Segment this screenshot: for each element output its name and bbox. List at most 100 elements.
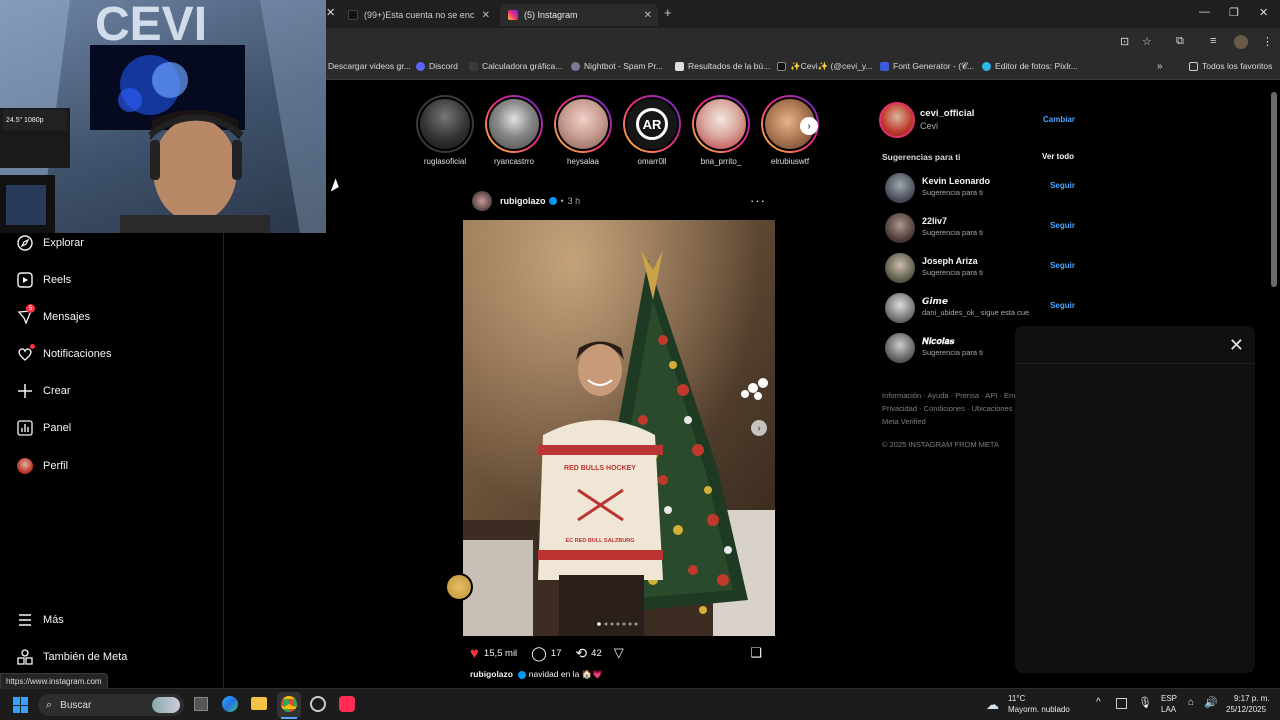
follow-button[interactable]: Seguir (1050, 301, 1075, 310)
heart-filled-icon[interactable]: ♥ (470, 645, 479, 662)
story-item[interactable]: AR omarr0ll (623, 95, 681, 166)
reposts-count[interactable]: 42 (591, 648, 602, 659)
extensions-icon[interactable]: ⧉ (1176, 35, 1184, 48)
scrollbar[interactable] (1270, 80, 1278, 688)
network-icon[interactable]: ⌂ (1188, 697, 1194, 708)
weather-icon[interactable]: ☁ (986, 697, 999, 713)
clock-date[interactable]: 25/12/2025 (1226, 705, 1266, 714)
more-bookmarks-icon[interactable]: » (1157, 61, 1163, 72)
switch-account-link[interactable]: Cambiar (1043, 115, 1075, 124)
file-explorer-icon[interactable] (251, 697, 267, 710)
install-app-icon[interactable]: ⊡ (1120, 35, 1129, 48)
caption-username[interactable]: rubigolazo (470, 669, 513, 679)
suggestion-avatar[interactable] (885, 213, 915, 243)
bookmark-item[interactable]: Font Generator - (𝓒... (880, 61, 974, 72)
story-item[interactable]: ryancastrro (485, 95, 543, 166)
nav-meta[interactable]: También de Meta (16, 648, 127, 666)
more-options-icon[interactable]: ··· (750, 193, 766, 208)
chrome-icon[interactable] (281, 696, 297, 712)
all-bookmarks-folder[interactable]: Todos los favoritos (1189, 61, 1272, 71)
weather-temp[interactable]: 11°C (1008, 694, 1025, 703)
tab-instagram[interactable]: (5) Instagram ✕ (500, 4, 658, 26)
nav-notificaciones[interactable]: Notificaciones (16, 344, 111, 363)
carousel-next-icon[interactable]: › (751, 420, 767, 436)
comment-icon[interactable]: ◯ (531, 645, 547, 662)
share-icon[interactable]: ▽ (614, 645, 624, 661)
nav-mas[interactable]: Más (16, 611, 64, 629)
suggestion-name[interactable]: 𝙂𝙞𝙢𝙚 (922, 296, 948, 307)
repost-icon[interactable]: ⟲ (575, 645, 587, 662)
task-view-icon[interactable] (194, 697, 208, 711)
close-icon[interactable]: ✕ (644, 10, 652, 21)
edge-icon[interactable] (222, 696, 238, 712)
minimize-button[interactable]: — (1199, 6, 1210, 18)
my-username[interactable]: cevi_official (920, 108, 974, 119)
suggestion-name[interactable]: 22liv7 (922, 216, 947, 226)
follow-button[interactable]: Seguir (1050, 221, 1075, 230)
stories-next-button[interactable]: › (800, 117, 818, 135)
keyboard-layout[interactable]: LAA (1161, 705, 1176, 714)
follow-button[interactable]: Seguir (1050, 181, 1075, 190)
clock-time[interactable]: 9:17 p. m. (1234, 694, 1270, 703)
floating-avatar[interactable] (445, 573, 473, 601)
tray-app-icon[interactable] (1116, 698, 1127, 709)
sweater-text: RED BULLS HOCKEY (564, 465, 636, 472)
post-image[interactable]: RED BULLS HOCKEY EC RED BULL SALZBURG › (463, 220, 775, 636)
bookmark-item[interactable]: ✨Cevi✨ (@cevi_y... (777, 61, 873, 72)
tab-tiktok[interactable]: (99+)Esta cuenta no se encuentra ✕ (340, 4, 496, 26)
follow-button[interactable]: Seguir (1050, 261, 1075, 270)
bookmark-item[interactable]: Calculadora gráfica... (469, 61, 562, 71)
bookmark-item[interactable]: Descargar videos gr... (328, 61, 411, 71)
suggestion-name[interactable]: Kevin Leonardo (922, 176, 990, 186)
bookmark-item[interactable]: Editor de fotos: Pixlr... (982, 61, 1078, 71)
taskbar-search[interactable]: ⌕ Buscar (38, 694, 184, 716)
chevron-up-icon[interactable]: ^ (1096, 697, 1101, 708)
windows-start-icon[interactable] (13, 697, 29, 713)
window-close-button[interactable]: ✕ (1259, 6, 1268, 19)
obs-icon[interactable] (310, 696, 326, 712)
media-icon[interactable]: ≡ (1210, 35, 1216, 47)
weather-desc[interactable]: Mayorm. nublado (1008, 705, 1070, 714)
scrollbar-thumb[interactable] (1271, 92, 1277, 287)
nav-explorar[interactable]: Explorar (16, 234, 84, 252)
story-item[interactable]: heysalaa (554, 95, 612, 166)
bookmark-icon[interactable]: ❑ (750, 645, 762, 661)
nav-reels[interactable]: Reels (16, 271, 71, 289)
more-vert-icon[interactable]: ⋮ (1262, 35, 1273, 48)
volume-icon[interactable]: 🔊 (1204, 696, 1218, 709)
profile-avatar[interactable] (1234, 35, 1248, 49)
tiktok-live-icon[interactable] (339, 696, 355, 712)
microphone-icon[interactable]: 🎙 (1138, 696, 1152, 709)
nav-perfil[interactable]: Perfil (16, 457, 68, 475)
comments-count[interactable]: 17 (551, 648, 562, 659)
my-avatar[interactable] (879, 102, 915, 138)
tab-close-icon[interactable]: ✕ (326, 6, 335, 19)
bookmark-item[interactable]: Nightbot - Spam Pr... (571, 61, 663, 71)
suggestion-avatar[interactable] (885, 253, 915, 283)
nav-panel[interactable]: Panel (16, 419, 71, 437)
restore-button[interactable]: ❐ (1229, 6, 1239, 19)
suggestion-name[interactable]: Joseph Ariza (922, 256, 978, 266)
see-all-link[interactable]: Ver todo (1042, 152, 1074, 161)
story-item[interactable]: ruglasoficial (416, 95, 474, 166)
footer-links[interactable]: Información · Ayuda · Prensa · API · Em (882, 391, 1015, 400)
new-tab-button[interactable]: + (664, 5, 672, 20)
likes-count[interactable]: 15,5 mil (484, 648, 517, 659)
bookmark-item[interactable]: Discord (416, 61, 458, 71)
suggestion-avatar[interactable] (885, 173, 915, 203)
suggestion-avatar[interactable] (885, 333, 915, 363)
bookmark-item[interactable]: Resultados de la bú... (675, 61, 770, 71)
story-item[interactable]: bna_prrito_ (692, 95, 750, 166)
post-username[interactable]: rubigolazo (500, 196, 546, 206)
post-author-avatar[interactable] (472, 191, 492, 211)
language-indicator[interactable]: ESP (1161, 694, 1177, 703)
footer-links[interactable]: Privacidad · Condiciones · Ubicaciones (882, 404, 1012, 413)
suggestion-avatar[interactable] (885, 293, 915, 323)
close-icon[interactable]: ✕ (482, 10, 490, 21)
nav-crear[interactable]: Crear (16, 382, 71, 400)
suggestion-name[interactable]: 𝑵𝒊𝒄𝒐𝒍𝒂𝒔 (922, 336, 954, 347)
nav-mensajes[interactable]: 5 Mensajes (16, 304, 90, 326)
close-icon[interactable]: ✕ (1229, 335, 1244, 356)
star-icon[interactable]: ☆ (1142, 35, 1152, 48)
footer-links[interactable]: Meta Verified (882, 417, 926, 426)
